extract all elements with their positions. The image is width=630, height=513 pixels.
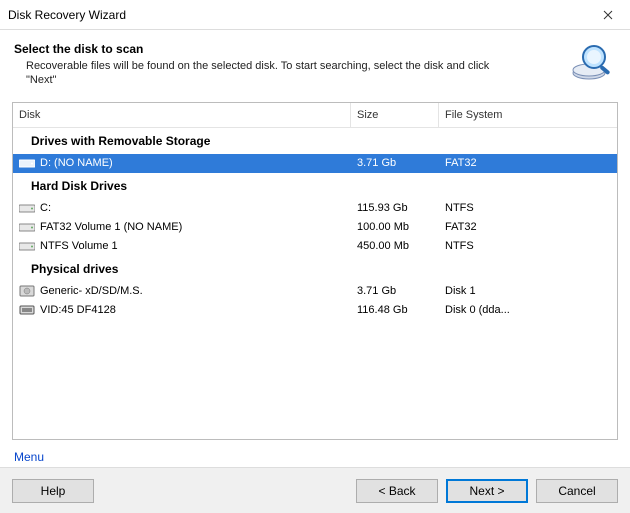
column-header-size[interactable]: Size [351,103,439,127]
disk-fs: FAT32 [439,157,539,169]
next-button[interactable]: Next > [446,479,528,503]
drive-icon [19,221,35,233]
group-removable: Drives with Removable Storage [13,128,617,154]
disk-name: D: (NO NAME) [40,157,113,169]
disk-name: Generic- xD/SD/M.S. [40,285,143,297]
disk-size: 3.71 Gb [351,157,439,169]
disk-name: NTFS Volume 1 [40,240,118,252]
drive-icon [19,157,35,169]
wizard-footer: Help < Back Next > Cancel [0,467,630,513]
disk-fs: Disk 0 (dda... [439,304,539,316]
physical-drive-icon [19,285,35,297]
disk-fs: NTFS [439,240,539,252]
close-button[interactable] [585,0,630,30]
physical-drive-icon [19,304,35,316]
disk-list[interactable]: Disk Size File System Drives with Remova… [12,102,618,440]
disk-row[interactable]: VID:45 DF4128 116.48 Gb Disk 0 (dda... [13,301,617,320]
drive-icon [19,240,35,252]
column-header-disk[interactable]: Disk [13,103,351,127]
disk-row[interactable]: FAT32 Volume 1 (NO NAME) 100.00 Mb FAT32 [13,218,617,237]
disk-fs: NTFS [439,202,539,214]
disk-fs: FAT32 [439,221,539,233]
disk-size: 100.00 Mb [351,221,439,233]
column-header-filesystem[interactable]: File System [439,103,539,127]
disk-size: 115.93 Gb [351,202,439,214]
help-button[interactable]: Help [12,479,94,503]
cancel-button[interactable]: Cancel [536,479,618,503]
back-button[interactable]: < Back [356,479,438,503]
disk-size: 450.00 Mb [351,240,439,252]
window-title: Disk Recovery Wizard [8,8,585,22]
page-description: Recoverable files will be found on the s… [14,59,494,88]
disk-name: FAT32 Volume 1 (NO NAME) [40,221,182,233]
menu-link[interactable]: Menu [0,440,44,464]
drive-icon [19,202,35,214]
titlebar: Disk Recovery Wizard [0,0,630,30]
disk-fs: Disk 1 [439,285,539,297]
disk-row[interactable]: NTFS Volume 1 450.00 Mb NTFS [13,237,617,256]
disk-size: 3.71 Gb [351,285,439,297]
disk-row[interactable]: Generic- xD/SD/M.S. 3.71 Gb Disk 1 [13,282,617,301]
disk-name: C: [40,202,51,214]
disk-row[interactable]: D: (NO NAME) 3.71 Gb FAT32 [13,154,617,173]
magnifier-disk-icon [570,40,614,84]
disk-name: VID:45 DF4128 [40,304,116,316]
page-title: Select the disk to scan [14,42,562,56]
group-hdd: Hard Disk Drives [13,173,617,199]
wizard-header: Select the disk to scan Recoverable file… [0,30,630,96]
disk-row[interactable]: C: 115.93 Gb NTFS [13,199,617,218]
list-header: Disk Size File System [13,103,617,127]
group-physical: Physical drives [13,256,617,282]
close-icon [603,10,613,20]
disk-size: 116.48 Gb [351,304,439,316]
